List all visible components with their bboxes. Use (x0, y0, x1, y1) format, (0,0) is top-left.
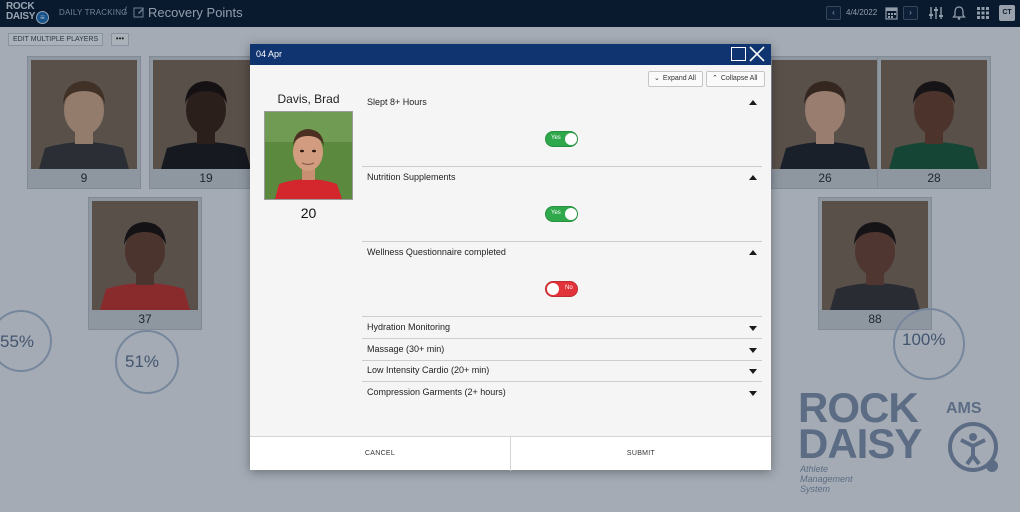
toggle-knob (565, 208, 577, 220)
section-low-intensity-cardio[interactable]: Low Intensity Cardio (20+ min) (362, 364, 762, 378)
player-name: Davis, Brad (277, 92, 340, 106)
section-label: Massage (30+ min) (367, 344, 445, 354)
player-photo (264, 111, 353, 200)
section-wellness-questionnaire[interactable]: Wellness Questionnaire completed (362, 246, 762, 260)
caret-down-icon[interactable] (749, 326, 757, 331)
expand-all-button[interactable]: ⌄ Expand All (648, 71, 703, 87)
dialog-header: 04 Apr (250, 44, 771, 65)
section-divider (362, 166, 762, 167)
section-divider (362, 360, 762, 361)
recovery-points-dialog: 04 Apr ⌄ Expand All ⌃ Collapse All Davis, … (250, 44, 771, 471)
section-slept-8-hours[interactable]: Slept 8+ Hours (362, 96, 762, 110)
toggle-wellness-questionnaire[interactable]: No (545, 281, 578, 297)
section-label: Hydration Monitoring (367, 322, 451, 332)
chevron-up-icon: ⌃ (712, 75, 718, 82)
cancel-button[interactable]: CANCEL (250, 437, 510, 471)
toggle-label: Yes (551, 135, 561, 141)
expand-all-label: Expand All (662, 75, 696, 82)
maximize-icon[interactable] (731, 47, 746, 61)
section-divider (362, 241, 762, 242)
caret-down-icon[interactable] (749, 391, 757, 396)
section-hydration-monitoring[interactable]: Hydration Monitoring (362, 321, 762, 335)
section-label: Compression Garments (2+ hours) (367, 387, 506, 397)
toggle-knob (565, 133, 577, 145)
section-label: Slept 8+ Hours (367, 97, 427, 107)
toggle-nutrition-supplements[interactable]: Yes (545, 206, 578, 222)
caret-up-icon[interactable] (749, 250, 757, 255)
section-divider (362, 316, 762, 317)
collapse-all-label: Collapse All (720, 75, 758, 82)
dialog-footer: CANCEL SUBMIT (250, 436, 771, 471)
toggle-knob (547, 283, 559, 295)
toggle-slept-8-hours[interactable]: Yes (545, 131, 578, 147)
toggle-label: Yes (551, 210, 561, 216)
section-divider (362, 338, 762, 339)
section-label: Low Intensity Cardio (20+ min) (367, 365, 490, 375)
section-compression-garments[interactable]: Compression Garments (2+ hours) (362, 386, 762, 400)
dialog-title: 04 Apr (256, 49, 283, 59)
toggle-label: No (565, 285, 573, 291)
chevron-down-icon: ⌄ (654, 75, 660, 82)
player-number: 20 (300, 205, 317, 221)
section-label: Nutrition Supplements (367, 172, 456, 182)
section-nutrition-supplements[interactable]: Nutrition Supplements (362, 171, 762, 185)
close-icon[interactable] (748, 45, 766, 63)
caret-up-icon[interactable] (749, 100, 757, 105)
section-divider (362, 381, 762, 382)
caret-down-icon[interactable] (749, 369, 757, 374)
submit-button[interactable]: SUBMIT (511, 437, 771, 471)
section-label: Wellness Questionnaire completed (367, 247, 506, 257)
collapse-all-button[interactable]: ⌃ Collapse All (706, 71, 765, 87)
caret-down-icon[interactable] (749, 348, 757, 353)
caret-up-icon[interactable] (749, 175, 757, 180)
section-massage[interactable]: Massage (30+ min) (362, 343, 762, 357)
